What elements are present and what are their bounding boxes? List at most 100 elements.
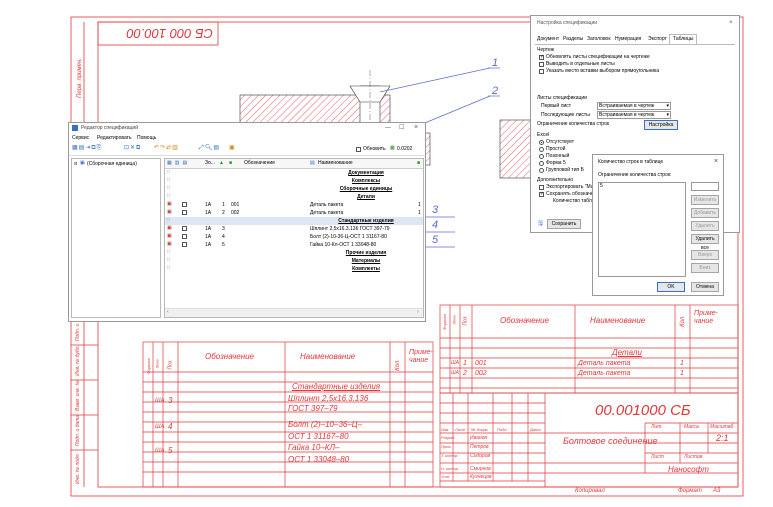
toolbar-icons-group-2[interactable]: ⊡✕⧉ bbox=[124, 145, 141, 151]
grid-row[interactable]: ▣ 1А 3 Шплинт 2,5х16.3.136 ГОСТ 397-79 bbox=[165, 225, 423, 233]
spec-editor-grid[interactable]: ▦▥▤ Зо... ▲ ■ Обозначение ▤ Наименование… bbox=[164, 158, 424, 318]
grid-row[interactable]: □ Сборочные единицы bbox=[165, 185, 423, 193]
grid-hscrollbar[interactable]: ‹ › bbox=[165, 308, 423, 317]
first-sheet-select[interactable]: Встраиваемая в чертеж (щаблет 3.) bbox=[597, 102, 671, 110]
grid-row[interactable]: ▣ 1А 2 002 Деталь пакета 1 bbox=[165, 209, 423, 217]
tree-expand-icon[interactable]: ⊟ bbox=[74, 162, 77, 166]
title-block-sheet-label: Лист bbox=[651, 454, 664, 460]
grid-header-zone[interactable]: Зо... bbox=[205, 161, 215, 166]
excel-simple-radio[interactable] bbox=[539, 147, 544, 152]
excel-group-radio[interactable] bbox=[539, 168, 544, 173]
spec-left-header-note: Приме- чание bbox=[409, 349, 433, 364]
row-checkbox[interactable] bbox=[182, 242, 187, 247]
toolbar-value: 0.0202 bbox=[397, 146, 413, 152]
opt-update-checkbox[interactable] bbox=[539, 54, 544, 60]
spec-editor-title: Редактор спецификаций bbox=[81, 125, 138, 131]
grid-row[interactable]: □ Комплекты bbox=[165, 265, 423, 273]
next-sheets-select[interactable]: Встраиваемая в чертеж (щаблет 3.) bbox=[597, 111, 671, 119]
settings-close-icon[interactable]: × bbox=[729, 20, 733, 26]
grid-row[interactable]: □ Прочие изделия bbox=[165, 249, 423, 257]
grid-cell-pos: 5 bbox=[222, 242, 225, 248]
title-block-mass-label: Масса bbox=[684, 424, 699, 430]
excel-zonal-radio[interactable] bbox=[539, 154, 544, 159]
grid-row[interactable]: □ Детали bbox=[165, 193, 423, 201]
grid-row[interactable]: ▣ 1А 1 001 Деталь пакета 1 bbox=[165, 201, 423, 209]
grid-row[interactable]: ▣ 1А 5 Гайка 10-Кл-ОСТ 1 33048-80 bbox=[165, 241, 423, 249]
menu-service[interactable]: Сервис bbox=[72, 136, 89, 141]
minimize-icon[interactable]: — bbox=[385, 125, 391, 131]
grid-cell-section: Комплекты bbox=[352, 266, 380, 272]
tab-document[interactable]: Документ bbox=[537, 37, 559, 42]
export-checkbox[interactable] bbox=[539, 185, 544, 190]
toolbar-update-checkbox[interactable] bbox=[356, 147, 361, 152]
row-checkbox[interactable] bbox=[182, 202, 187, 207]
grid-cell-name: Деталь пакета bbox=[310, 202, 344, 208]
keep-checkbox[interactable] bbox=[539, 191, 544, 197]
toolbar-icons-group-4[interactable]: ⤢🔍︎▤ bbox=[199, 145, 220, 151]
down-button[interactable]: Вниз bbox=[691, 263, 719, 273]
up-button[interactable]: Вверх bbox=[691, 250, 719, 260]
row-checkbox[interactable] bbox=[182, 234, 187, 239]
spec-editor-tree[interactable]: ⊟ ▣ (Сборочная единица) bbox=[71, 158, 161, 318]
menu-edit[interactable]: Редактировать bbox=[97, 136, 132, 141]
title-block-number: 00.001000 СБ bbox=[595, 402, 691, 419]
spec-left-item-5-line-1: Гайка 10–КЛ– bbox=[288, 443, 340, 452]
rows-dialog-close-icon[interactable]: × bbox=[714, 158, 718, 165]
tree-root-label[interactable]: (Сборочная единица) bbox=[87, 162, 137, 167]
excel-form5-radio[interactable] bbox=[539, 161, 544, 166]
grid-cell-pos: 3 bbox=[222, 226, 225, 232]
toolbar-icons-group-1[interactable]: ▦▤⇥⧉⎘ bbox=[72, 145, 102, 151]
spec-editor-app-icon bbox=[72, 125, 78, 131]
grid-header-name[interactable]: Наименование bbox=[318, 161, 353, 166]
toolbar-icons-group-5[interactable]: ▣ bbox=[229, 145, 235, 151]
tab-tables[interactable]: Таблицы bbox=[669, 34, 697, 44]
scroll-left-icon[interactable]: ‹ bbox=[167, 310, 169, 315]
tab-sections[interactable]: Разделы bbox=[563, 37, 583, 42]
ok-button[interactable]: OK bbox=[657, 282, 685, 292]
grid-row[interactable]: ▣ 1А 4 Болт (2)-10-36-Ц-ОСТ 1 31167-80 bbox=[165, 233, 423, 241]
tab-export[interactable]: Экспорт bbox=[648, 37, 667, 42]
rows-dialog-input[interactable] bbox=[691, 182, 719, 191]
grid-cell-name: Гайка 10-Кл-ОСТ 1 33048-80 bbox=[310, 242, 377, 248]
spec-right-qty-1: 1 bbox=[680, 360, 684, 367]
tab-header[interactable]: Заголовок bbox=[587, 37, 611, 42]
grid-row[interactable]: □ Материалы bbox=[165, 257, 423, 265]
grid-row[interactable]: □ Документация bbox=[165, 169, 423, 177]
excel-none-radio[interactable] bbox=[539, 140, 544, 145]
toolbar-value-icon: ▦ bbox=[390, 145, 395, 151]
grid-cell-section: Стандартные изделия bbox=[338, 218, 394, 224]
grid-row[interactable]: □ Стандартные изделия bbox=[165, 217, 423, 225]
close-icon[interactable]: × bbox=[414, 124, 418, 131]
row-type-icon: ▣ bbox=[167, 225, 172, 231]
opt-insert-checkbox[interactable] bbox=[539, 69, 544, 74]
limit-label: Ограничение количества строк bbox=[537, 121, 610, 127]
grid-header-desig[interactable]: Обозначение bbox=[244, 161, 275, 166]
setup-button[interactable]: Настройка bbox=[644, 120, 678, 130]
maximize-icon[interactable]: ☐ bbox=[399, 125, 404, 131]
delete-button[interactable]: Удалить bbox=[691, 221, 719, 231]
toolbar-icons-group-3[interactable]: ↶↷⇄▥ bbox=[154, 145, 179, 151]
menu-help[interactable]: Помощь bbox=[137, 136, 156, 141]
opt-separate-checkbox[interactable] bbox=[539, 62, 544, 67]
edit-button[interactable]: Изменить bbox=[691, 195, 719, 205]
grid-header-name-icon: ▤ bbox=[310, 160, 315, 166]
scroll-right-icon[interactable]: › bbox=[417, 310, 419, 315]
title-block-tcontrol-name: Сидоров bbox=[470, 453, 491, 459]
grid-cell-pos: 1 bbox=[222, 202, 225, 208]
row-checkbox[interactable] bbox=[182, 226, 187, 231]
cancel-button[interactable]: Отмена bbox=[691, 282, 719, 292]
rows-dialog-list[interactable]: 5 bbox=[598, 182, 686, 277]
tab-numbering[interactable]: Нумерация bbox=[615, 37, 641, 42]
side-label-inv-orig: Инв. № подл. bbox=[75, 452, 82, 485]
row-checkbox[interactable] bbox=[182, 210, 187, 215]
delete-all-button[interactable]: Удалить все bbox=[691, 234, 719, 251]
grid-row[interactable]: □ Комплексы bbox=[165, 177, 423, 185]
title-block-checker-label: Пров. bbox=[441, 444, 452, 449]
add-button[interactable]: Добавить bbox=[691, 208, 719, 218]
spec-right-pos-1: 1 bbox=[463, 360, 467, 367]
rows-dialog-list-item[interactable]: 5 bbox=[600, 184, 603, 189]
spec-editor-toolbar: ▦▤⇥⧉⎘ ⊡✕⧉ ↶↷⇄▥ ⤢🔍︎▤ ▣ Обновить ▦ 0.0202 bbox=[69, 143, 425, 156]
spec-right-section-title: Детали bbox=[612, 348, 642, 357]
save-button[interactable]: Сохранить bbox=[547, 219, 581, 229]
row-marker-icon: □ bbox=[167, 257, 171, 263]
